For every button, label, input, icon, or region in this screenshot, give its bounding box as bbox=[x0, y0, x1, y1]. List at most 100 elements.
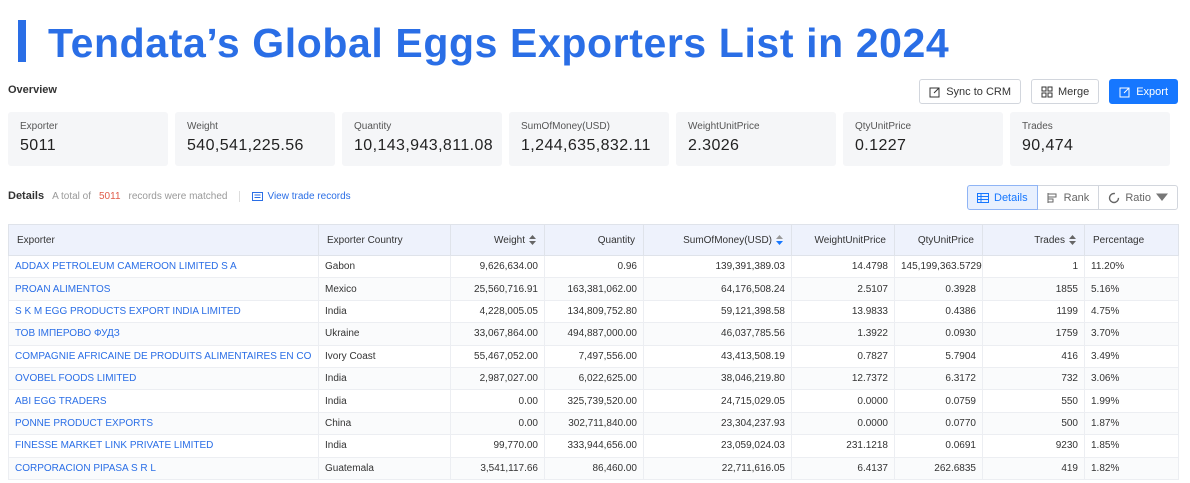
table-cell: 0.0000 bbox=[791, 389, 895, 413]
table-cell: 4,228,005.05 bbox=[450, 300, 545, 324]
details-title: Details bbox=[8, 190, 45, 202]
table-cell: 0.0930 bbox=[894, 322, 983, 346]
table-row: PROAN ALIMENTOS Mexico 25,560,716.91 163,38… bbox=[8, 277, 1179, 301]
divider bbox=[239, 190, 241, 202]
records-count: 5011 bbox=[99, 190, 121, 202]
tab-rank[interactable]: Rank bbox=[1036, 185, 1100, 210]
table-cell: 3.49% bbox=[1084, 345, 1179, 368]
stat-label: SumOfMoney(USD) bbox=[521, 121, 610, 132]
table-row: ТОВ ІМПЕРОВО ФУДЗ Ukraine 33,067,864.00 494… bbox=[8, 322, 1179, 346]
exporter-link[interactable]: CORPORACION PIPASA S R L bbox=[8, 457, 319, 480]
column-header-quantity: Quantity bbox=[544, 224, 644, 256]
table-cell: 12.7372 bbox=[791, 367, 895, 391]
table-cell: 419 bbox=[982, 457, 1085, 480]
tab-ratio[interactable]: Ratio bbox=[1098, 185, 1178, 210]
table-row: ADDAX PETROLEUM CAMEROON LIMITED S A Gabo… bbox=[8, 255, 1179, 279]
table-body: ADDAX PETROLEUM CAMEROON LIMITED S A Gabo… bbox=[8, 255, 1179, 480]
table-cell: 0.0691 bbox=[894, 434, 983, 458]
view-trade-records-label: View trade records bbox=[267, 190, 351, 202]
table-cell: 1.99% bbox=[1084, 389, 1179, 413]
table-cell: 11.20% bbox=[1084, 255, 1179, 279]
export-button[interactable]: Export bbox=[1109, 79, 1178, 104]
table-cell: 0.0770 bbox=[894, 412, 983, 436]
table-cell: India bbox=[318, 434, 451, 458]
table-cell: 0.96 bbox=[544, 255, 644, 279]
table-cell: 494,887,000.00 bbox=[544, 322, 644, 346]
stat-label: QtyUnitPrice bbox=[855, 121, 912, 132]
table-cell: 64,176,508.24 bbox=[643, 277, 792, 301]
stat-exporter: Exporter 5011 bbox=[8, 112, 168, 166]
stat-label: WeightUnitPrice bbox=[688, 121, 760, 132]
stats-row: Exporter 5011 Weight 540,541,225.56 Quan… bbox=[8, 112, 1170, 166]
table-cell: 1759 bbox=[982, 322, 1085, 346]
stat-sum-of-money: SumOfMoney(USD) 1,244,635,832.11 bbox=[509, 112, 669, 166]
table-cell: 500 bbox=[982, 412, 1085, 436]
table-icon bbox=[977, 192, 989, 203]
column-header-percentage: Percentage bbox=[1084, 224, 1179, 256]
table-cell: 0.00 bbox=[450, 389, 545, 413]
table-cell: 325,739,520.00 bbox=[544, 389, 644, 413]
table-cell: 1 bbox=[982, 255, 1085, 279]
table-row: OVOBEL FOODS LIMITED India 2,987,027.00 6,0… bbox=[8, 367, 1179, 391]
table-cell: 0.3928 bbox=[894, 277, 983, 301]
exporter-link[interactable]: COMPAGNIE AFRICAINE DE PRODUITS ALIMENTA… bbox=[8, 345, 319, 368]
table-cell: 231.1218 bbox=[791, 434, 895, 458]
stat-weight-unit-price: WeightUnitPrice 2.3026 bbox=[676, 112, 836, 166]
table-cell: 145,199,363.5729 bbox=[894, 255, 983, 279]
table-cell: 33,067,864.00 bbox=[450, 322, 545, 346]
table-row: PONNE PRODUCT EXPORTS China 0.00 302,711,84… bbox=[8, 412, 1179, 436]
stat-qty-unit-price: QtyUnitPrice 0.1227 bbox=[843, 112, 1003, 166]
exporter-link[interactable]: PONNE PRODUCT EXPORTS bbox=[8, 412, 319, 436]
table-cell: 302,711,840.00 bbox=[544, 412, 644, 436]
table-cell: 3.70% bbox=[1084, 322, 1179, 346]
table-cell: 0.00 bbox=[450, 412, 545, 436]
banner-accent-bar bbox=[18, 20, 26, 62]
table-cell: 14.4798 bbox=[791, 255, 895, 279]
merge-label: Merge bbox=[1058, 85, 1090, 98]
table-cell: 0.0000 bbox=[791, 412, 895, 436]
column-header-sum-of-money[interactable]: SumOfMoney(USD) bbox=[643, 224, 792, 256]
top-actions: Sync to CRM Merge Export bbox=[919, 79, 1178, 104]
table-cell: 5.16% bbox=[1084, 277, 1179, 301]
table-cell: 1.85% bbox=[1084, 434, 1179, 458]
stat-value: 5011 bbox=[20, 137, 57, 154]
sort-desc-icon[interactable] bbox=[776, 234, 783, 245]
exporters-table: Exporter Exporter Country Weight Quantit… bbox=[8, 224, 1179, 480]
exporter-link[interactable]: ADDAX PETROLEUM CAMEROON LIMITED S A bbox=[8, 255, 319, 279]
exporter-link[interactable]: FINESSE MARKET LINK PRIVATE LIMITED bbox=[8, 434, 319, 458]
exporter-link[interactable]: PROAN ALIMENTOS bbox=[8, 277, 319, 301]
export-icon bbox=[1119, 87, 1130, 97]
tab-details-label: Details bbox=[994, 191, 1028, 204]
table-cell: Ukraine bbox=[318, 322, 451, 346]
stat-value: 90,474 bbox=[1022, 137, 1074, 154]
table-cell: 38,046,219.80 bbox=[643, 367, 792, 391]
table-cell: 6,022,625.00 bbox=[544, 367, 644, 391]
exporter-link[interactable]: ABI EGG TRADERS bbox=[8, 389, 319, 413]
table-cell: 2,987,027.00 bbox=[450, 367, 545, 391]
table-cell: 13.9833 bbox=[791, 300, 895, 324]
exporter-link[interactable]: OVOBEL FOODS LIMITED bbox=[8, 367, 319, 391]
sort-icon[interactable] bbox=[529, 234, 536, 245]
stat-weight: Weight 540,541,225.56 bbox=[175, 112, 335, 166]
view-tabs: Details Rank Ratio bbox=[967, 185, 1178, 210]
table-cell: 134,809,752.80 bbox=[544, 300, 644, 324]
table-cell: 24,715,029.05 bbox=[643, 389, 792, 413]
tab-details[interactable]: Details bbox=[967, 185, 1038, 210]
table-cell: 25,560,716.91 bbox=[450, 277, 545, 301]
view-trade-records-link[interactable]: View trade records bbox=[252, 190, 351, 202]
merge-button[interactable]: Merge bbox=[1031, 79, 1100, 104]
column-header-weight[interactable]: Weight bbox=[450, 224, 545, 256]
table-cell: 4.75% bbox=[1084, 300, 1179, 324]
table-row: ABI EGG TRADERS India 0.00 325,739,520.00 24… bbox=[8, 389, 1179, 413]
sort-icon[interactable] bbox=[1069, 234, 1076, 245]
table-cell: 43,413,508.19 bbox=[643, 345, 792, 368]
table-header-row: Exporter Exporter Country Weight Quantit… bbox=[8, 224, 1179, 256]
column-header-trades[interactable]: Trades bbox=[982, 224, 1085, 256]
sync-to-crm-button[interactable]: Sync to CRM bbox=[919, 79, 1022, 104]
sync-to-crm-label: Sync to CRM bbox=[946, 85, 1012, 98]
exporter-link[interactable]: ТОВ ІМПЕРОВО ФУДЗ bbox=[8, 322, 319, 346]
exporter-link[interactable]: S K M EGG PRODUCTS EXPORT INDIA LIMITED bbox=[8, 300, 319, 324]
table-cell: Mexico bbox=[318, 277, 451, 301]
column-header-exporter: Exporter bbox=[8, 224, 319, 256]
table-cell: 0.7827 bbox=[791, 345, 895, 368]
